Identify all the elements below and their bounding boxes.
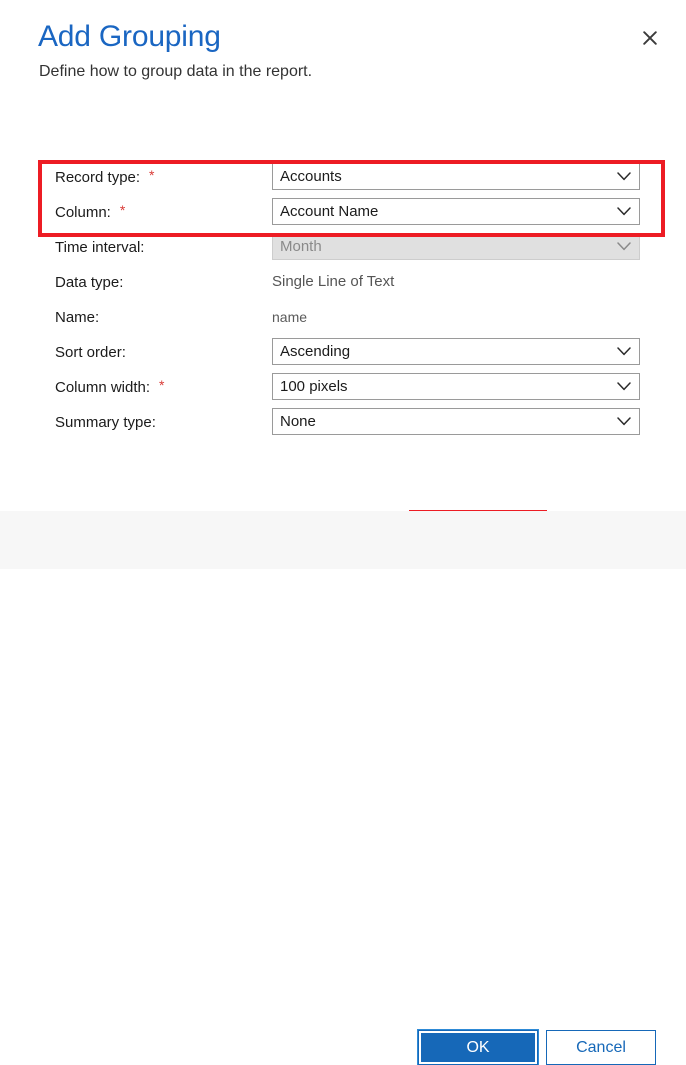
control-wrap-column-width: 100 pixels: [272, 373, 640, 400]
chevron-down-icon: [617, 339, 631, 364]
label-data-type: Data type:: [55, 265, 123, 299]
label-text: Sort order:: [55, 343, 126, 361]
dialog-footer: OK Cancel: [0, 511, 686, 1065]
add-grouping-dialog: Add Grouping Define how to group data in…: [0, 0, 686, 1065]
label-summary-type: Summary type:: [55, 405, 156, 439]
label-text: Record type:: [55, 168, 141, 186]
label-sort-order: Sort order:: [55, 335, 126, 369]
form-row-column: Column: * Account Name: [0, 195, 686, 229]
label-column: Column: *: [55, 195, 125, 229]
form-row-summary-type: Summary type: None: [0, 405, 686, 439]
dropdown-summary-type[interactable]: None: [272, 408, 640, 435]
control-wrap-sort-order: Ascending: [272, 338, 640, 365]
form-row-record-type: Record type: * Accounts: [0, 160, 686, 194]
form-row-column-width: Column width: * 100 pixels: [0, 370, 686, 404]
dropdown-value-sort-order: Ascending: [280, 343, 351, 360]
form-row-time-interval: Time interval: Month: [0, 230, 686, 264]
dropdown-column-width[interactable]: 100 pixels: [272, 373, 640, 400]
form-row-sort-order: Sort order: Ascending: [0, 335, 686, 369]
label-name: Name:: [55, 300, 99, 334]
chevron-down-icon: [617, 199, 631, 224]
label-text: Time interval:: [55, 238, 145, 256]
form-row-name: Name: name: [0, 300, 686, 334]
grouping-form: Record type: * Accounts Column: * Account Nam…: [0, 160, 686, 460]
control-wrap-summary-type: None: [272, 408, 640, 435]
required-asterisk: *: [149, 167, 155, 183]
dropdown-value-summary-type: None: [280, 413, 316, 430]
label-text: Column:: [55, 203, 111, 221]
dropdown-record-type[interactable]: Accounts: [272, 163, 640, 190]
required-asterisk: *: [119, 202, 126, 218]
page-title: Add Grouping: [38, 20, 221, 53]
chevron-down-icon: [617, 374, 631, 399]
dropdown-value-time-interval: Month: [280, 238, 322, 255]
label-text: Data type:: [55, 273, 124, 291]
control-wrap-column: Account Name: [272, 198, 640, 225]
close-icon: [643, 31, 657, 45]
label-text: Column width:: [55, 378, 151, 396]
label-time-interval: Time interval:: [55, 230, 144, 264]
dropdown-sort-order[interactable]: Ascending: [272, 338, 640, 365]
label-text: Name:: [55, 308, 100, 326]
control-wrap-record-type: Accounts: [272, 163, 640, 190]
dialog-header: Add Grouping Define how to group data in…: [0, 0, 686, 100]
static-value-name: name: [272, 308, 308, 325]
dropdown-value-record-type: Accounts: [280, 168, 342, 185]
dialog-subtitle: Define how to group data in the report.: [39, 63, 313, 80]
label-record-type: Record type: *: [55, 160, 155, 194]
dropdown-value-column: Account Name: [280, 203, 379, 220]
form-row-data-type: Data type: Single Line of Text: [0, 265, 686, 299]
control-wrap-time-interval: Month: [272, 233, 640, 260]
static-value-data-type: Single Line of Text: [272, 273, 395, 290]
chevron-down-icon: [617, 164, 631, 189]
label-text: Summary type:: [55, 413, 156, 431]
ok-button[interactable]: OK: [418, 1030, 538, 1065]
close-button[interactable]: [636, 24, 664, 52]
dropdown-time-interval: Month: [272, 233, 640, 260]
dropdown-column[interactable]: Account Name: [272, 198, 640, 225]
cancel-button[interactable]: Cancel: [546, 1030, 656, 1065]
dropdown-value-column-width: 100 pixels: [280, 378, 348, 395]
required-asterisk: *: [159, 377, 165, 393]
label-column-width: Column width: *: [55, 370, 165, 404]
chevron-down-icon: [617, 234, 631, 259]
chevron-down-icon: [617, 409, 631, 434]
